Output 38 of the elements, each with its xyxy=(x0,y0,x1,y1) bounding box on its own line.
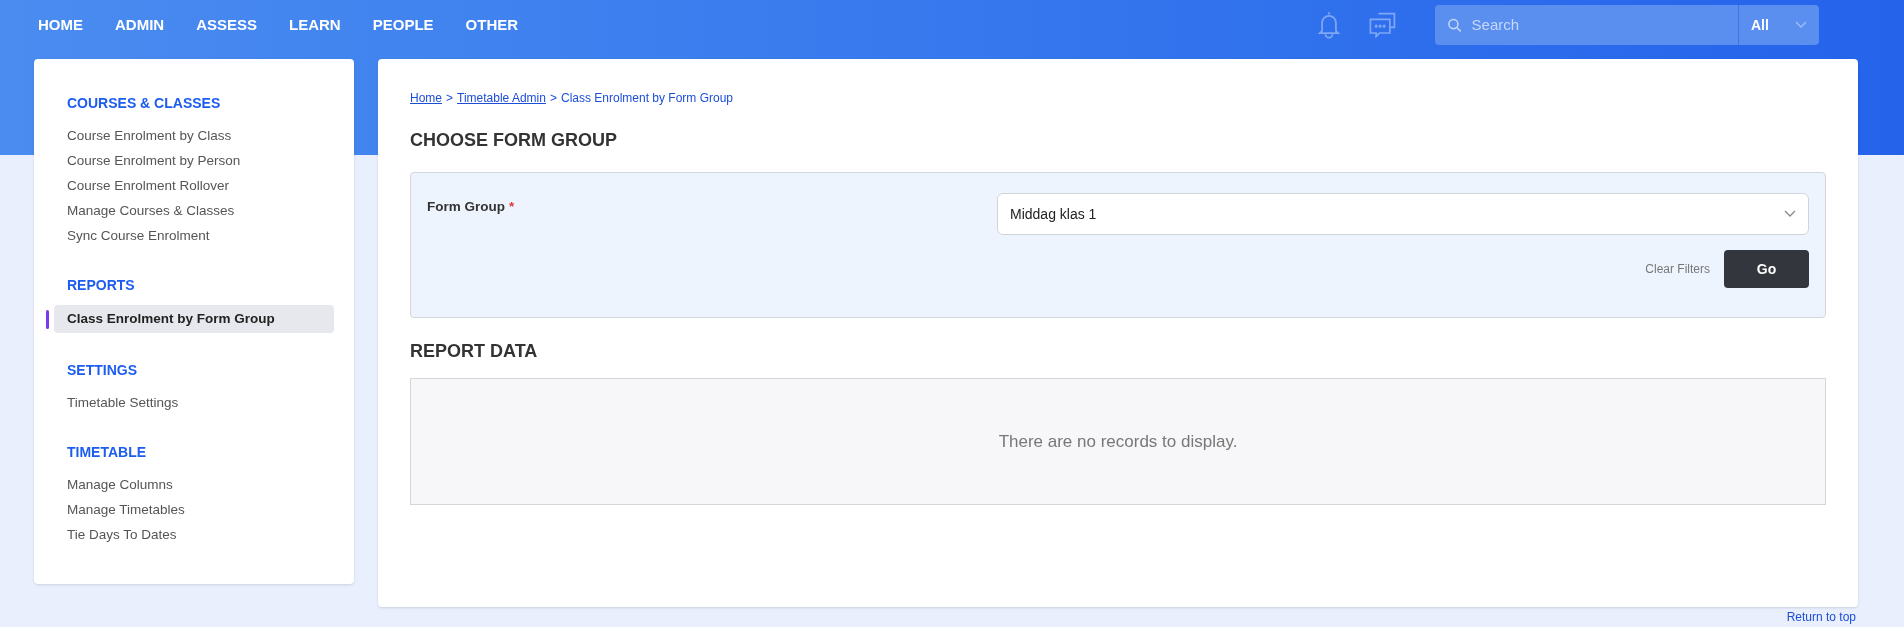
section-heading: TIMETABLE xyxy=(66,443,148,462)
go-button[interactable]: Go xyxy=(1724,250,1809,288)
clear-filters-link[interactable]: Clear Filters xyxy=(1645,260,1710,278)
search-icon xyxy=(1447,17,1462,33)
search-input[interactable]: Search xyxy=(1471,13,1726,37)
return-to-top-link[interactable]: Return to top xyxy=(1786,610,1856,624)
field-label: Form Group * xyxy=(427,198,516,216)
active-indicator xyxy=(46,309,49,329)
form-group-select[interactable]: Middag klas 1 xyxy=(997,193,1809,235)
sidebar-item[interactable]: Manage Columns xyxy=(54,472,334,497)
sidebar-item[interactable]: Sync Course Enrolment xyxy=(54,223,334,248)
breadcrumb-separator: > xyxy=(446,90,454,107)
section-title: CHOOSE FORM GROUP xyxy=(410,129,618,152)
sidebar-item[interactable]: Course Enrolment by Person xyxy=(54,148,334,173)
chevron-down-icon xyxy=(1795,21,1807,29)
sidebar-item[interactable]: Course Enrolment Rollover xyxy=(54,173,334,198)
empty-message: There are no records to display. xyxy=(998,430,1238,453)
nav-link[interactable]: LEARN xyxy=(289,13,341,37)
section-heading: REPORTS xyxy=(66,276,136,295)
sidebar-item[interactable]: Manage Timetables xyxy=(54,497,334,522)
nav-link[interactable]: OTHER xyxy=(465,13,519,37)
chevron-down-icon xyxy=(1784,210,1796,218)
bell-icon[interactable] xyxy=(1315,10,1343,40)
search-field[interactable]: Search xyxy=(1435,5,1739,45)
breadcrumb-link[interactable]: Timetable Admin xyxy=(457,89,546,107)
section-heading: SETTINGS xyxy=(66,361,138,380)
sidebar-item[interactable]: Manage Courses & Classes xyxy=(54,198,334,223)
breadcrumb-separator: > xyxy=(549,90,557,107)
section-heading: COURSES & CLASSES xyxy=(66,94,222,113)
breadcrumb-current: Class Enrolment by Form Group xyxy=(561,90,734,107)
breadcrumb-link[interactable]: Home xyxy=(410,89,442,107)
sidebar-item[interactable]: Course Enrolment by Class xyxy=(54,123,334,148)
sidebar-item[interactable]: Class Enrolment by Form Group xyxy=(54,305,334,333)
sidebar-item[interactable]: Timetable Settings xyxy=(54,390,334,415)
section-title: REPORT DATA xyxy=(410,340,539,363)
nav-link[interactable]: PEOPLE xyxy=(372,13,434,37)
sidebar-item[interactable]: Tie Days To Dates xyxy=(54,522,334,547)
nav-link[interactable]: ASSESS xyxy=(196,13,258,37)
